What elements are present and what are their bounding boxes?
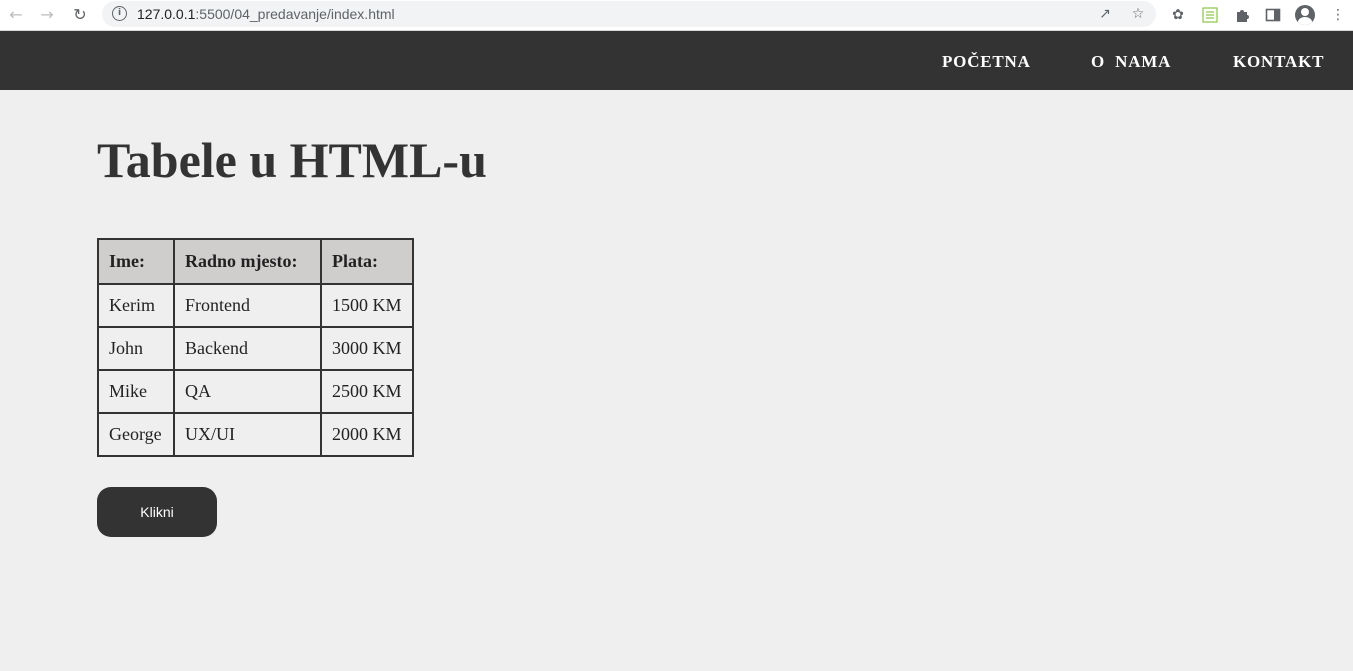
column-header-salary: Plata: (320, 238, 414, 285)
page-title: Tabele u HTML-u (97, 132, 487, 188)
table-cell-salary: 3000 KM (320, 326, 414, 371)
employee-table: Ime: Radno mjesto: Plata: Kerim Frontend… (97, 238, 414, 457)
browser-toolbar: ← → ↻ i 127.0.0.1:5500/04_predavanje/ind… (0, 0, 1353, 31)
sheet-extension-icon[interactable] (1199, 4, 1221, 26)
forward-icon[interactable]: → (36, 4, 58, 26)
table-cell-position: Frontend (173, 283, 322, 328)
star-icon[interactable]: ☆ (1128, 4, 1148, 24)
bug-extension-icon[interactable]: ✿ (1167, 4, 1189, 26)
table-row: Kerim Frontend 1500 KM (97, 283, 414, 328)
click-button[interactable]: Klikni (97, 487, 217, 537)
table-cell-name: Mike (97, 369, 175, 414)
info-icon[interactable]: i (112, 6, 127, 21)
table-cell-position: Backend (173, 326, 322, 371)
sidepanel-icon[interactable] (1262, 4, 1284, 26)
back-icon[interactable]: ← (5, 4, 27, 26)
table-row: George UX/UI 2000 KM (97, 412, 414, 457)
nav-link-contact[interactable]: KONTAKT (1233, 52, 1324, 72)
profile-icon[interactable] (1294, 4, 1316, 26)
table-row: John Backend 3000 KM (97, 326, 414, 371)
column-header-position: Radno mjesto: (173, 238, 322, 285)
url-text[interactable]: 127.0.0.1:5500/04_predavanje/index.html (137, 6, 395, 22)
table-cell-position: QA (173, 369, 322, 414)
table-cell-salary: 2000 KM (320, 412, 414, 457)
menu-kebab-icon[interactable]: ⋮ (1327, 4, 1349, 26)
reload-icon[interactable]: ↻ (69, 4, 91, 26)
table-cell-salary: 1500 KM (320, 283, 414, 328)
table-cell-salary: 2500 KM (320, 369, 414, 414)
puzzle-extension-icon[interactable] (1231, 4, 1253, 26)
site-header: POČETNA O NAMA KONTAKT (0, 31, 1353, 90)
url-path: :5500/04_predavanje/index.html (195, 6, 395, 22)
table-cell-position: UX/UI (173, 412, 322, 457)
table-cell-name: Kerim (97, 283, 175, 328)
table-header-row: Ime: Radno mjesto: Plata: (97, 238, 414, 285)
table-cell-name: George (97, 412, 175, 457)
share-icon[interactable]: ↗ (1095, 4, 1115, 24)
nav-link-home[interactable]: POČETNA (942, 52, 1031, 72)
nav-link-about[interactable]: O NAMA (1091, 52, 1171, 72)
url-host: 127.0.0.1 (137, 6, 196, 22)
column-header-name: Ime: (97, 238, 175, 285)
table-row: Mike QA 2500 KM (97, 369, 414, 414)
address-bar[interactable]: i 127.0.0.1:5500/04_predavanje/index.htm… (102, 1, 1156, 27)
table-cell-name: John (97, 326, 175, 371)
